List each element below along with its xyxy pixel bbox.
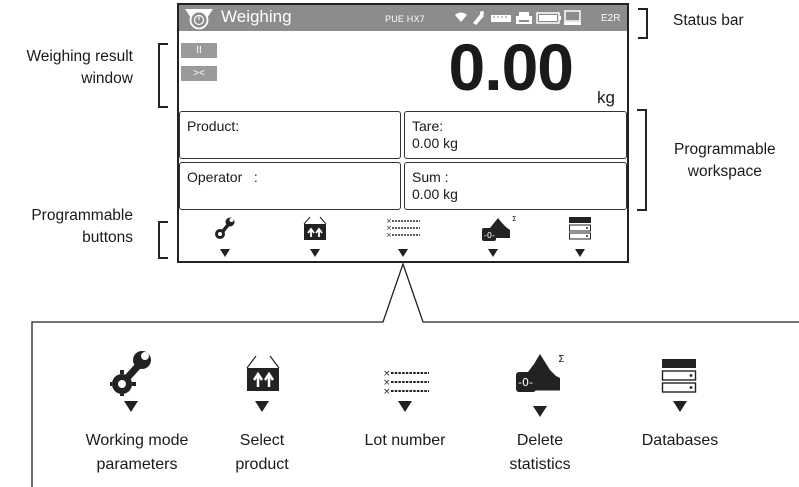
arrow-down-icon [673,401,687,412]
wrench-gear-icon [110,351,151,396]
database-icon [661,359,697,393]
detail-delete-statistics-label: Delete statistics [490,429,590,477]
detail-working-mode-label-line2: parameters [96,456,178,473]
detail-working-mode-label: Working mode parameters [72,429,202,477]
detail-working-mode-label-line1: Working mode [85,432,189,449]
detail-lot-number-label: Lot number [350,429,460,453]
detail-select-product-label-line1: Select [239,432,285,449]
arrow-down-icon [124,401,138,412]
histogram-zero-icon: Σ -0- [516,354,564,392]
box-arrows-icon [246,355,280,391]
arrow-down-icon [255,401,269,412]
detail-working-mode: Working mode parameters [72,348,202,478]
detail-select-product-label-line2: product [235,456,289,473]
lot-list-icon: × × × [383,369,429,396]
detail-select-product-label: Select product [222,429,302,477]
detail-lot-number: × × × Lot number [350,348,460,478]
arrow-down-icon [533,406,547,417]
detail-databases: Databases [620,348,740,478]
detail-databases-label: Databases [620,429,740,453]
svg-text:×: × [383,387,391,396]
detail-databases-label-line1: Databases [641,432,719,449]
arrow-down-icon [398,401,412,412]
svg-text:-0-: -0- [518,376,533,389]
detail-delete-statistics-label-line1: Delete [516,432,564,449]
detail-delete-statistics-label-line2: statistics [509,456,571,473]
svg-text:Σ: Σ [558,354,564,365]
detail-delete-statistics: Σ -0- Delete statistics [490,348,590,478]
detail-lot-number-label-line1: Lot number [364,432,446,449]
detail-select-product: Select product [222,348,302,478]
